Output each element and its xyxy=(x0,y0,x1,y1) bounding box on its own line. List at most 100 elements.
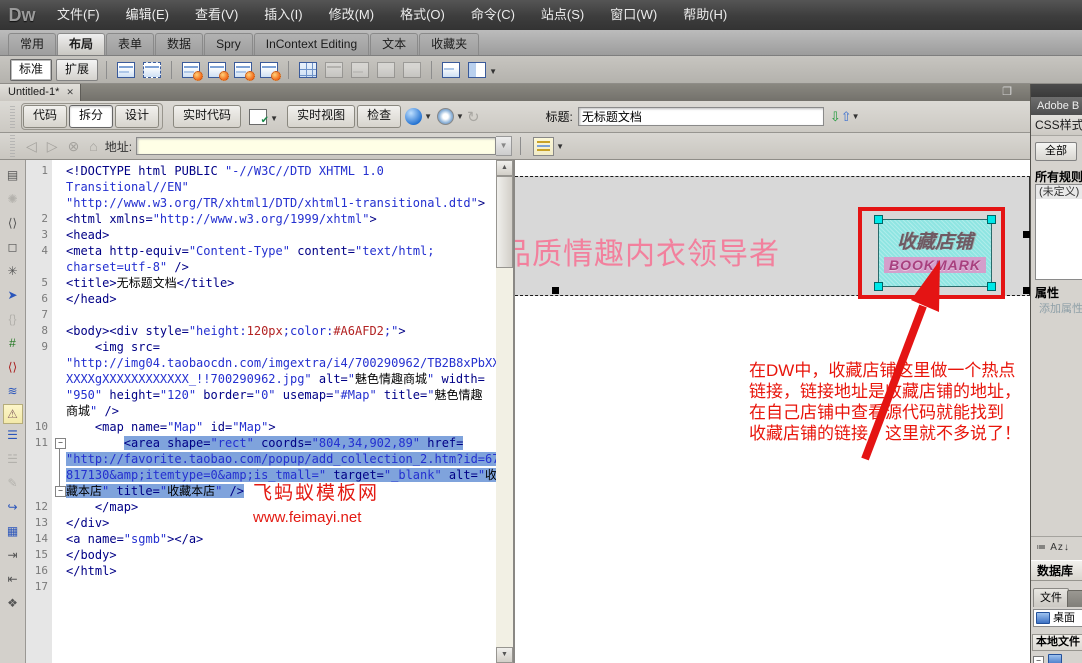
hotspot-handle[interactable] xyxy=(874,215,883,224)
browserlab-panel-tab[interactable]: Adobe B xyxy=(1031,97,1082,115)
scroll-up-icon[interactable]: ▲ xyxy=(496,160,513,176)
code-view-pane[interactable]: ▤✺⟨⟩◻✳➤{}#⟨⟩≋⚠☰☱✎↪▦⇥⇤❖ 1<!DOCTYPE html P… xyxy=(0,160,513,663)
hotspot-sub-label: BOOKMARK xyxy=(884,257,986,273)
code-editor[interactable]: 1<!DOCTYPE html PUBLIC "-//W3C//DTD XHTM… xyxy=(26,160,496,663)
hotspot-handle[interactable] xyxy=(874,282,883,291)
code-view-button[interactable]: 代码 xyxy=(23,105,67,128)
tree-collapse-icon[interactable]: − xyxy=(1033,656,1044,663)
code-fold-marker[interactable]: − xyxy=(55,486,66,497)
select-parent-tag-icon[interactable]: ➤ xyxy=(3,284,23,308)
spry-tabbed-panels-icon[interactable] xyxy=(206,60,228,80)
inspect-button[interactable]: 检查 xyxy=(357,105,401,128)
css-all-button[interactable]: 全部 xyxy=(1035,142,1077,161)
forward-icon[interactable]: ▷ xyxy=(47,138,58,155)
hotspot-handle[interactable] xyxy=(987,282,996,291)
file-sync-icon[interactable]: ⇩⇧ xyxy=(830,109,852,125)
insert-frame-icon[interactable] xyxy=(440,60,462,80)
assets-tab-stub[interactable] xyxy=(1067,590,1082,607)
css-sort-icons[interactable]: ≔ Az↓ xyxy=(1031,542,1082,553)
code-line: 2<html xmlns="http://www.w3.org/1999/xht… xyxy=(26,211,496,227)
image-map-hotspot[interactable]: 收藏店铺 BOOKMARK xyxy=(878,219,992,287)
collapse-full-tag-icon[interactable]: ⟨⟩ xyxy=(3,212,23,236)
menu-item-4[interactable]: 插入(I) xyxy=(251,0,315,30)
site-dropdown[interactable]: 桌面 xyxy=(1033,609,1082,627)
code-line: 7 xyxy=(26,307,496,323)
document-title-input[interactable] xyxy=(578,107,824,126)
check-page-icon[interactable]: ✔▼ xyxy=(247,107,269,127)
highlight-invalid-code-icon[interactable]: ⟨⟩ xyxy=(3,356,23,380)
menu-item-9[interactable]: 窗口(W) xyxy=(597,0,670,30)
design-view-button[interactable]: 设计 xyxy=(115,105,159,128)
image-resize-handle[interactable] xyxy=(552,287,559,294)
recent-snippets-icon[interactable]: ↪ xyxy=(3,496,23,520)
menu-item-10[interactable]: 帮助(H) xyxy=(670,0,740,30)
menu-item-2[interactable]: 编辑(E) xyxy=(113,0,182,30)
databases-panel-header[interactable]: 数据库 xyxy=(1031,560,1082,581)
insert-tab-收藏夹[interactable]: 收藏夹 xyxy=(419,33,479,55)
apply-comment-icon[interactable]: ☰ xyxy=(3,424,23,448)
spry-collapsible-panel-icon[interactable] xyxy=(258,60,280,80)
insert-tab-数据[interactable]: 数据 xyxy=(155,33,203,55)
menu-item-1[interactable]: 文件(F) xyxy=(44,0,113,30)
line-numbers-icon[interactable]: # xyxy=(3,332,23,356)
hotspot-handle[interactable] xyxy=(987,215,996,224)
image-resize-handle[interactable] xyxy=(1023,231,1030,238)
css-rule-item[interactable]: (未定义) xyxy=(1036,185,1082,199)
stop-icon[interactable]: ⊗ xyxy=(68,138,80,155)
expand-all-icon[interactable]: ✳ xyxy=(3,260,23,284)
menu-item-6[interactable]: 格式(O) xyxy=(387,0,458,30)
view-options-icon[interactable] xyxy=(533,137,554,156)
home-icon[interactable]: ⌂ xyxy=(89,138,97,154)
outdent-code-icon[interactable]: ⇤ xyxy=(3,568,23,592)
spry-menu-bar-icon[interactable] xyxy=(180,60,202,80)
menu-item-7[interactable]: 命令(C) xyxy=(458,0,528,30)
insert-tab-表单[interactable]: 表单 xyxy=(106,33,154,55)
indent-code-icon[interactable]: ⇥ xyxy=(3,544,23,568)
code-scrollbar[interactable]: ▲ ▼ xyxy=(496,160,513,663)
files-tab[interactable]: 文件 xyxy=(1033,588,1069,607)
spry-accordion-icon[interactable] xyxy=(232,60,254,80)
image-resize-handle[interactable] xyxy=(1023,287,1030,294)
standard-mode-button[interactable]: 标准 xyxy=(10,59,52,81)
format-source-code-icon[interactable]: ❖ xyxy=(3,592,23,616)
coding-toolbar: ▤✺⟨⟩◻✳➤{}#⟨⟩≋⚠☰☱✎↪▦⇥⇤❖ xyxy=(0,160,26,663)
insert-tab-布局[interactable]: 布局 xyxy=(57,33,105,55)
scrollbar-thumb[interactable] xyxy=(496,176,513,268)
syntax-check-icon[interactable]: ≋ xyxy=(3,380,23,404)
syntax-error-alerts-icon[interactable]: ⚠ xyxy=(3,404,23,424)
insert-table-icon[interactable] xyxy=(297,60,319,80)
menu-item-5[interactable]: 修改(M) xyxy=(316,0,388,30)
document-tab[interactable]: Untitled-1* ✕ xyxy=(0,84,81,101)
expanded-mode-button[interactable]: 扩展 xyxy=(56,59,98,81)
live-view-button[interactable]: 实时视图 xyxy=(287,105,355,128)
address-input[interactable] xyxy=(136,137,496,155)
address-dropdown-icon[interactable]: ▼ xyxy=(496,136,512,156)
code-fold-marker[interactable]: − xyxy=(55,438,66,449)
files-tree[interactable]: − +┄ xyxy=(1033,653,1082,663)
frames-menu-icon[interactable]: ▼ xyxy=(466,60,488,80)
banner-image[interactable]: 品质情趣内衣领导者 收藏店铺 BOOKMARK xyxy=(515,176,1030,296)
preview-browser-icon[interactable] xyxy=(405,108,422,125)
insert-tab-常用[interactable]: 常用 xyxy=(8,33,56,55)
design-view-pane[interactable]: 品质情趣内衣领导者 收藏店铺 BOOKMARK 在DW中，收藏店铺这里做一个热点… xyxy=(513,160,1030,663)
draw-ap-div-icon[interactable] xyxy=(141,60,163,80)
move-css-rule-icon[interactable]: ▦ xyxy=(3,520,23,544)
restore-window-icon[interactable]: ❐ xyxy=(1002,86,1012,98)
computer-icon xyxy=(1048,654,1062,663)
add-property-link[interactable]: 添加属性 xyxy=(1031,300,1082,316)
collapse-selection-icon[interactable]: ◻ xyxy=(3,236,23,260)
open-documents-icon[interactable]: ▤ xyxy=(3,164,23,188)
menu-item-3[interactable]: 查看(V) xyxy=(182,0,251,30)
css-styles-panel-tab[interactable]: CSS样式 xyxy=(1031,115,1082,136)
menu-item-8[interactable]: 站点(S) xyxy=(528,0,597,30)
insert-div-tag-icon[interactable] xyxy=(115,60,137,80)
close-icon[interactable]: ✕ xyxy=(66,84,74,101)
live-code-button[interactable]: 实时代码 xyxy=(173,105,241,128)
visual-aids-eye-icon[interactable] xyxy=(437,108,454,125)
back-icon[interactable]: ◁ xyxy=(26,138,37,155)
insert-tab-文本[interactable]: 文本 xyxy=(370,33,418,55)
scroll-down-icon[interactable]: ▼ xyxy=(496,647,513,663)
insert-tab-InContext Editing[interactable]: InContext Editing xyxy=(254,33,369,55)
split-view-button[interactable]: 拆分 xyxy=(69,105,113,128)
insert-tab-Spry[interactable]: Spry xyxy=(204,33,253,55)
